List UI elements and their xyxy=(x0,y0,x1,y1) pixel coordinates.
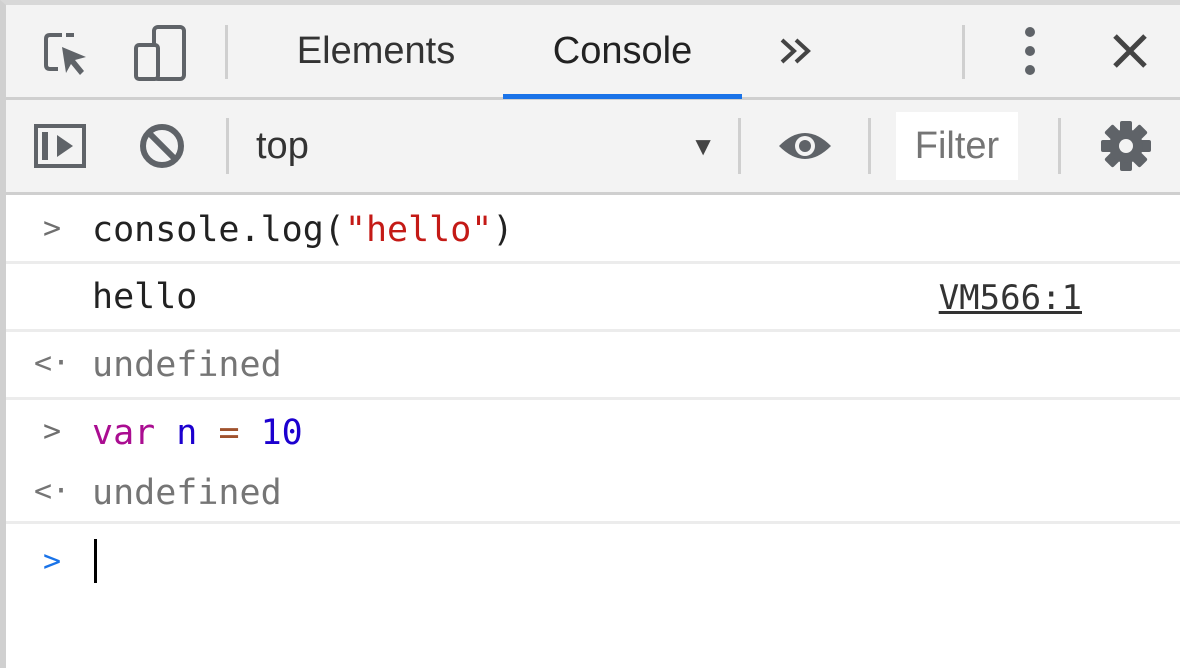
tab-elements[interactable]: Elements xyxy=(256,5,496,97)
prompt-chevron-icon: > xyxy=(42,544,62,579)
console-input-text: console.log("hello") xyxy=(92,210,514,250)
source-link[interactable]: VM566:1 xyxy=(939,278,1082,318)
inspect-element-icon[interactable] xyxy=(36,23,96,83)
text-caret xyxy=(94,539,97,583)
console-result-row: <· undefined xyxy=(6,466,1180,524)
input-chevron-icon: > xyxy=(42,211,62,246)
console-result-row: <· undefined xyxy=(6,332,1180,400)
tab-bar-divider-right xyxy=(962,25,965,79)
live-expression-eye-icon[interactable] xyxy=(772,118,838,174)
console-result-text: undefined xyxy=(92,473,282,513)
context-selector-label: top xyxy=(256,124,309,167)
console-input-row: > var n = 10 xyxy=(6,400,1180,466)
filter-input[interactable]: Filter xyxy=(896,112,1018,180)
clear-console-icon[interactable] xyxy=(134,118,190,174)
tab-bar-divider xyxy=(225,25,228,79)
console-log-text: hello xyxy=(92,277,198,317)
gear-icon[interactable] xyxy=(1096,118,1156,174)
toolbar-divider-2 xyxy=(738,118,741,174)
active-tab-indicator xyxy=(503,94,742,99)
console-result-text: undefined xyxy=(92,345,282,385)
dropdown-arrow-icon: ▼ xyxy=(690,130,716,161)
result-arrow-icon: <· xyxy=(33,474,71,509)
console-input-text: var n = 10 xyxy=(92,413,303,453)
toolbar-divider-1 xyxy=(226,118,229,174)
input-chevron-icon: > xyxy=(42,414,62,449)
chevron-double-right-icon xyxy=(780,38,811,64)
devtools-tab-bar: Elements Console xyxy=(6,5,1180,100)
toolbar-divider-3 xyxy=(868,118,871,174)
show-sidebar-icon[interactable] xyxy=(30,118,90,174)
console-output[interactable]: > console.log("hello") hello VM566:1 <· … xyxy=(6,195,1180,668)
console-prompt-row[interactable]: > xyxy=(6,524,1180,668)
device-toolbar-icon[interactable] xyxy=(130,23,190,83)
context-selector[interactable]: top ▼ xyxy=(256,100,726,192)
console-input-row: > console.log("hello") xyxy=(6,195,1180,264)
close-icon[interactable] xyxy=(1100,21,1160,81)
toolbar-divider-4 xyxy=(1058,118,1061,174)
console-log-row: hello VM566:1 xyxy=(6,264,1180,332)
more-tabs-button[interactable] xyxy=(766,5,826,97)
console-toolbar: top ▼ Filter xyxy=(6,100,1180,195)
vertical-dots-icon[interactable] xyxy=(1006,21,1054,81)
result-arrow-icon: <· xyxy=(33,346,71,381)
tab-console[interactable]: Console xyxy=(503,5,742,97)
